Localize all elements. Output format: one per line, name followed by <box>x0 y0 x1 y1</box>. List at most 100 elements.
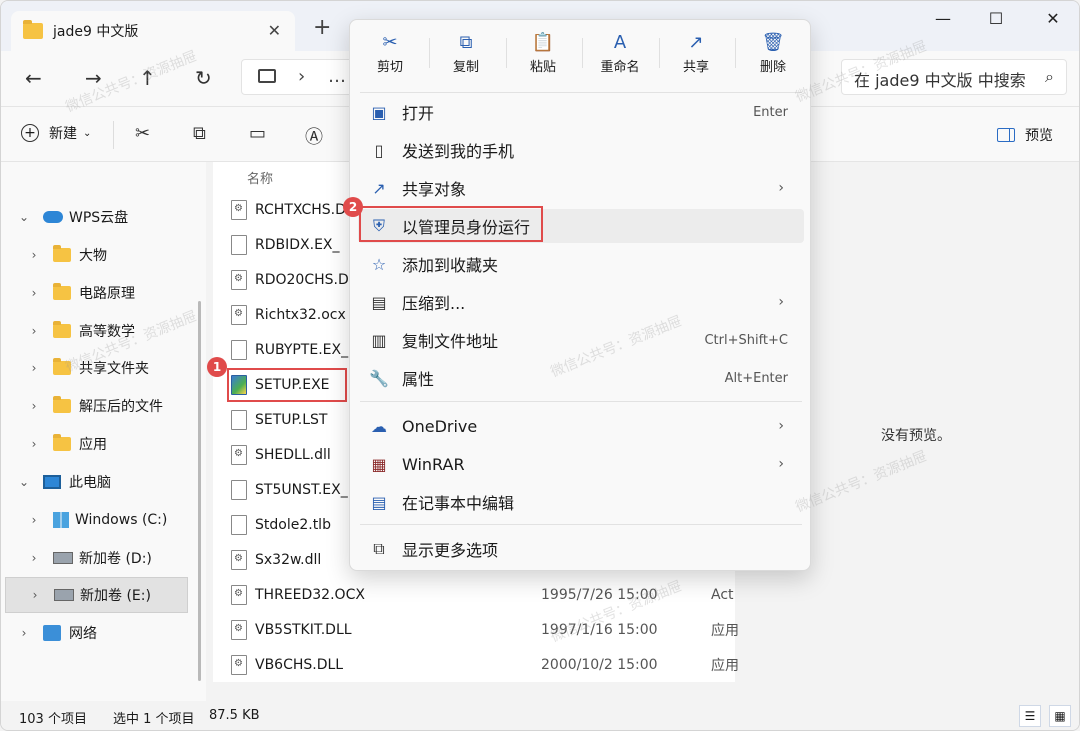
column-header-name[interactable]: 名称 <box>247 168 273 187</box>
chevron-right-icon[interactable]: › <box>27 248 41 262</box>
breadcrumb-more-button[interactable]: … <box>328 66 346 87</box>
sidebar-item-wps[interactable]: ⌄ WPS云盘 <box>17 200 128 234</box>
menu-item-edit-notepad[interactable]: ▤ 在记事本中编辑 <box>358 485 804 519</box>
paste-button[interactable]: 📋 粘贴 <box>513 32 573 75</box>
file-row[interactable]: THREED32.OCX 1995/7/26 15:00 Act <box>231 578 734 612</box>
chevron-right-icon[interactable]: › <box>28 588 42 602</box>
file-name: RDBIDX.EX_ <box>255 237 340 253</box>
sidebar-item-math[interactable]: › 高等数学 <box>27 314 135 348</box>
menu-item-winrar[interactable]: ▦ WinRAR › <box>358 447 804 481</box>
more-options-icon: ⧉ <box>373 539 385 558</box>
winrar-icon: ▦ <box>371 454 387 474</box>
search-input[interactable]: 在 jade9 中文版 中搜索 ⌕ <box>841 59 1067 95</box>
chevron-right-icon[interactable]: › <box>17 626 31 640</box>
chevron-right-icon[interactable]: › <box>27 437 41 451</box>
chevron-down-icon[interactable]: ⌄ <box>17 210 31 224</box>
file-name: RUBYPTE.EX_ <box>255 342 349 358</box>
share-button[interactable]: ↗ 共享 <box>666 32 726 75</box>
cut-icon[interactable]: ✂ <box>135 123 150 144</box>
address-bar[interactable]: › … <box>241 59 361 95</box>
delete-button[interactable]: 🗑 删除 <box>743 32 803 75</box>
file-type: Act <box>711 587 734 603</box>
sidebar-item-shared[interactable]: › 共享文件夹 <box>27 351 149 385</box>
menu-item-open[interactable]: ▣ 打开 Enter <box>358 95 804 129</box>
item-count: 103 个项目 <box>19 712 87 727</box>
sidebar-item-drive-d[interactable]: › 新加卷 (D:) <box>27 541 152 575</box>
share-icon: ↗ <box>372 178 386 198</box>
menu-item-label: WinRAR <box>402 454 465 474</box>
wrench-icon: 🔧 <box>369 368 389 388</box>
sidebar-item-this-pc[interactable]: ⌄ 此电脑 <box>17 465 111 499</box>
windows-drive-icon <box>53 512 69 528</box>
new-button[interactable]: + 新建 ⌄ <box>21 123 91 143</box>
cut-button[interactable]: ✂ 剪切 <box>360 32 420 75</box>
tab-jade9[interactable]: jade9 中文版 ✕ <box>11 11 295 51</box>
menu-item-send-to-phone[interactable]: ▯ 发送到我的手机 <box>358 133 804 167</box>
new-tab-button[interactable]: + <box>313 15 331 40</box>
sidebar-item-network[interactable]: › 网络 <box>17 616 97 650</box>
menu-item-label: 打开 <box>402 104 435 123</box>
refresh-button[interactable]: ↻ <box>195 66 212 90</box>
chevron-down-icon[interactable]: ⌄ <box>17 475 31 489</box>
preview-button[interactable]: 预览 <box>997 125 1053 145</box>
rename-icon[interactable]: Ⓐ <box>305 123 323 149</box>
file-name: VB6CHS.DLL <box>255 657 344 673</box>
computer-icon <box>258 69 276 83</box>
back-button[interactable]: ← <box>25 66 42 90</box>
menu-divider <box>360 524 802 525</box>
copy-icon[interactable]: ⧉ <box>193 123 206 144</box>
menu-shortcut: Enter <box>753 104 788 120</box>
menu-item-compress[interactable]: ▤ 压缩到... › <box>358 285 804 319</box>
file-type: 应用 <box>711 623 739 639</box>
sidebar-item-label: 网络 <box>69 626 97 642</box>
paste-icon[interactable]: ▭ <box>249 123 266 144</box>
chevron-right-icon[interactable]: › <box>27 286 41 300</box>
search-placeholder: 在 jade9 中文版 中搜索 <box>854 71 1026 90</box>
sidebar-item-drive-c[interactable]: › Windows (C:) <box>27 503 167 537</box>
file-row[interactable]: VB5STKIT.DLL 1997/1/16 15:00 应用 <box>231 613 739 647</box>
chevron-right-icon[interactable]: › <box>298 66 305 87</box>
up-button[interactable]: ↑ <box>139 66 156 90</box>
menu-item-onedrive[interactable]: ☁ OneDrive › <box>358 409 804 443</box>
sidebar-item-circuit[interactable]: › 电路原理 <box>27 276 135 310</box>
chevron-right-icon[interactable]: › <box>27 361 41 375</box>
sidebar-item-dawu[interactable]: › 大物 <box>27 238 107 272</box>
no-preview-text: 没有预览。 <box>881 428 951 444</box>
context-menu-quick-actions: ✂ 剪切 ⧉ 复制 📋 粘贴 A 重命名 ↗ 共享 🗑 删除 <box>350 20 810 90</box>
chevron-right-icon[interactable]: › <box>27 551 41 565</box>
file-name: THREED32.OCX <box>255 587 365 603</box>
chevron-right-icon[interactable]: › <box>27 399 41 413</box>
search-icon: ⌕ <box>1045 67 1054 86</box>
copy-button[interactable]: ⧉ 复制 <box>436 32 496 75</box>
tiles-view-icon[interactable]: ▦ <box>1049 705 1071 727</box>
rename-button[interactable]: A 重命名 <box>590 32 650 75</box>
tab-close-icon[interactable]: ✕ <box>268 21 281 40</box>
sidebar-item-label: 共享文件夹 <box>79 361 149 377</box>
sidebar-item-extracted[interactable]: › 解压后的文件 <box>27 389 163 423</box>
menu-item-copy-path[interactable]: ▥ 复制文件地址 Ctrl+Shift+C <box>358 323 804 357</box>
rename-label: 重命名 <box>600 60 640 75</box>
paste-label: 粘贴 <box>529 60 556 75</box>
menu-item-label: 发送到我的手机 <box>402 142 515 161</box>
maximize-button[interactable]: ☐ <box>981 9 1011 33</box>
minimize-button[interactable]: — <box>928 9 958 33</box>
folder-icon <box>53 283 71 300</box>
menu-item-show-more[interactable]: ⧉ 显示更多选项 <box>358 532 804 566</box>
cut-icon: ✂ <box>382 32 398 53</box>
menu-item-properties[interactable]: 🔧 属性 Alt+Enter <box>358 361 804 395</box>
dll-file-icon <box>231 445 247 465</box>
close-window-button[interactable]: ✕ <box>1038 9 1068 33</box>
details-view-icon[interactable]: ☰ <box>1019 705 1041 727</box>
sidebar-item-drive-e[interactable]: › 新加卷 (E:) <box>5 577 188 613</box>
sidebar-item-apps[interactable]: › 应用 <box>27 427 107 461</box>
file-type: 应用 <box>711 658 739 674</box>
file-row[interactable]: VB6CHS.DLL 2000/10/2 15:00 应用 <box>231 648 739 682</box>
chevron-right-icon[interactable]: › <box>27 513 41 527</box>
menu-item-share-with[interactable]: ↗ 共享对象 › <box>358 171 804 205</box>
forward-button[interactable]: → <box>85 66 102 90</box>
sidebar-scrollbar[interactable] <box>198 301 201 681</box>
menu-item-add-favorites[interactable]: ☆ 添加到收藏夹 <box>358 247 804 281</box>
selected-count: 选中 1 个项目 <box>113 712 195 727</box>
sidebar-item-label: 应用 <box>79 437 107 453</box>
chevron-right-icon[interactable]: › <box>27 324 41 338</box>
